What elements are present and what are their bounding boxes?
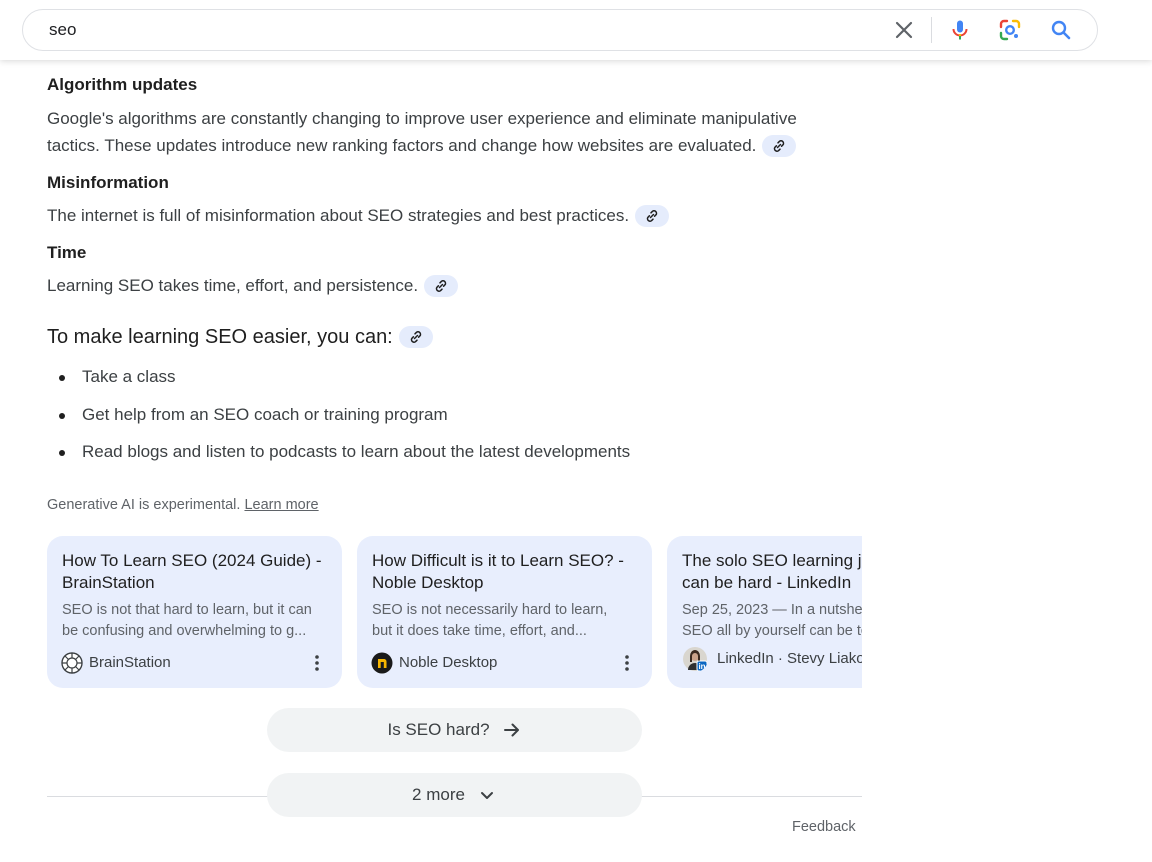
section-heading: Time (47, 243, 87, 262)
section-text-line: tactics. These updates introduce new ran… (47, 136, 757, 155)
section-text: Google's algorithms are constantly chang… (47, 105, 847, 159)
feedback-link[interactable]: Feedback (792, 819, 856, 835)
search-header (0, 0, 1152, 60)
section-text: Learning SEO takes time, effort, and per… (47, 272, 847, 299)
list-item: Get help from an SEO coach or training p… (47, 405, 630, 443)
card-snippet: Sep 25, 2023 — In a nutshell, learning S… (682, 600, 862, 641)
source-card[interactable]: The solo SEO learning journey can be har… (667, 536, 862, 688)
disclaimer-text: Generative AI is experimental. (47, 497, 241, 513)
tips-lead: To make learning SEO easier, you can: (47, 325, 433, 349)
tips-lead-text: To make learning SEO easier, you can: (47, 326, 393, 348)
link-icon (435, 279, 447, 292)
section-text-line: Google's algorithms are constantly chang… (47, 109, 797, 128)
citation-link-button[interactable] (635, 204, 670, 227)
source-cards-carousel[interactable]: How To Learn SEO (2024 Guide) - BrainSta… (47, 536, 862, 688)
card-snippet: SEO is not that hard to learn, but it ca… (62, 600, 330, 641)
card-snippet-line: SEO is not that hard to learn, but it ca… (62, 602, 312, 618)
show-more-button[interactable]: 2 more (267, 773, 642, 817)
section-text-line: The internet is full of misinformation a… (47, 206, 630, 225)
citation-link-button[interactable] (398, 325, 433, 348)
card-snippet-line: Sep 25, 2023 — In a nutshell, learning (682, 602, 862, 618)
list-item: Take a class (47, 367, 630, 405)
link-icon (410, 330, 421, 343)
card-title[interactable]: The solo SEO learning journey can be har… (682, 550, 862, 594)
card-snippet-line: but it does take time, effort, and... (372, 622, 587, 639)
citation-link-button[interactable] (762, 134, 797, 157)
author-avatar: in (683, 647, 708, 672)
clear-icon[interactable] (892, 18, 916, 42)
google-lens-icon[interactable] (998, 18, 1022, 42)
more-options-icon[interactable] (309, 653, 325, 673)
card-source-name: Noble Desktop (399, 654, 498, 671)
section-heading: Misinformation (47, 173, 169, 192)
search-box[interactable] (22, 9, 1098, 51)
more-options-icon[interactable] (619, 653, 635, 673)
learn-more-link[interactable]: Learn more (244, 497, 318, 513)
card-snippet-line: SEO all by yourself can be tough (682, 622, 862, 639)
chevron-down-icon (480, 792, 493, 799)
card-snippet-line: SEO is not necessarily hard to learn, (372, 602, 608, 618)
followup-question-label: Is SEO hard? (387, 720, 490, 739)
card-source-name: BrainStation (89, 654, 171, 671)
search-icon[interactable] (1049, 18, 1073, 42)
source-card[interactable]: How Difficult is it to Learn SEO? - Nobl… (357, 536, 652, 688)
section-text: The internet is full of misinformation a… (47, 202, 847, 229)
search-input[interactable] (49, 20, 749, 40)
followup-question-button[interactable]: Is SEO hard? (267, 708, 642, 752)
card-source-name: LinkedIn · Stevy Liakopoulou (717, 650, 862, 667)
list-item: Read blogs and listen to podcasts to lea… (47, 442, 630, 480)
svg-text:in: in (698, 662, 705, 671)
source-card[interactable]: How To Learn SEO (2024 Guide) - BrainSta… (47, 536, 342, 688)
card-title[interactable]: How Difficult is it to Learn SEO? - Nobl… (372, 550, 642, 594)
link-icon (646, 209, 658, 222)
citation-link-button[interactable] (424, 274, 459, 297)
microphone-icon[interactable] (948, 18, 972, 42)
tips-list: Take a class Get help from an SEO coach … (47, 367, 630, 480)
section-text-line: Learning SEO takes time, effort, and per… (47, 276, 419, 295)
link-icon (774, 139, 785, 152)
divider (931, 17, 932, 43)
card-snippet: SEO is not necessarily hard to learn, bu… (372, 600, 640, 641)
card-title[interactable]: How To Learn SEO (2024 Guide) - BrainSta… (62, 550, 332, 594)
ai-disclaimer: Generative AI is experimental. Learn mor… (47, 497, 319, 513)
section-heading: Algorithm updates (47, 75, 198, 94)
card-snippet-line: be confusing and overwhelming to g... (62, 622, 307, 639)
noble-desktop-logo-icon (371, 652, 393, 674)
arrow-right-icon (503, 723, 519, 737)
show-more-label: 2 more (412, 785, 465, 804)
brainstation-logo-icon (61, 652, 83, 674)
